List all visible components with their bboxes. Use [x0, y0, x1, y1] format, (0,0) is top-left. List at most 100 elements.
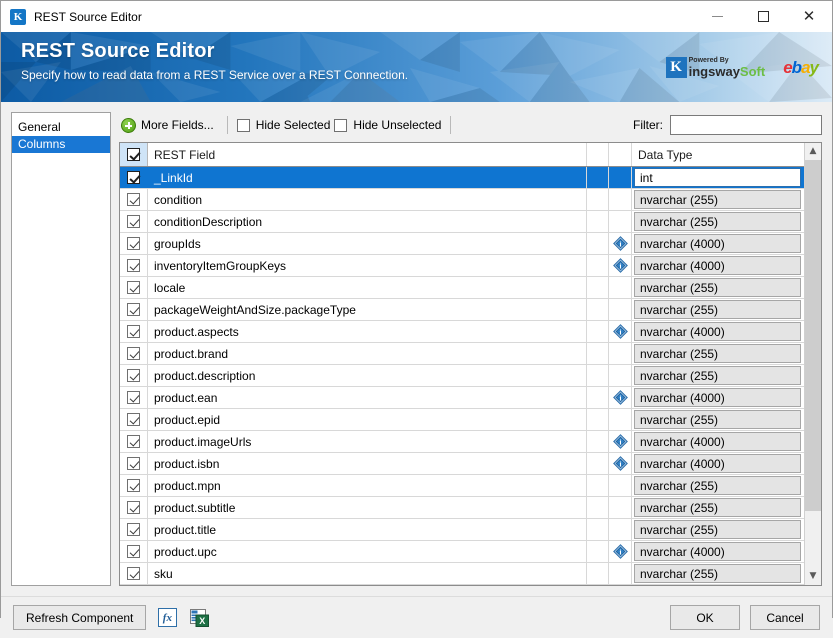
column-header-rest-field[interactable]: REST Field: [148, 143, 587, 166]
cell-data-type[interactable]: nvarchar (4000): [632, 255, 804, 276]
cell-data-type[interactable]: nvarchar (4000): [632, 387, 804, 408]
row-checkbox-cell[interactable]: [120, 497, 148, 518]
cell-data-type[interactable]: nvarchar (4000): [632, 453, 804, 474]
cell-data-type[interactable]: nvarchar (4000): [632, 321, 804, 342]
cell-data-type[interactable]: nvarchar (255): [632, 563, 804, 584]
cell-rest-field[interactable]: groupIds: [148, 233, 587, 254]
cell-rest-field[interactable]: product.mpn: [148, 475, 587, 496]
cell-data-type[interactable]: int: [632, 167, 804, 188]
page-nav-list[interactable]: General Columns: [11, 112, 111, 586]
row-checkbox-cell[interactable]: [120, 563, 148, 584]
table-row[interactable]: condition nvarchar (255): [120, 189, 804, 211]
row-checkbox-cell[interactable]: [120, 321, 148, 342]
column-header-data-type[interactable]: Data Type: [632, 143, 804, 166]
cell-rest-field[interactable]: product.brand: [148, 343, 587, 364]
select-all-cell[interactable]: [120, 143, 148, 166]
row-checkbox-cell[interactable]: [120, 277, 148, 298]
cell-data-type[interactable]: nvarchar (255): [632, 497, 804, 518]
cell-data-type[interactable]: nvarchar (255): [632, 189, 804, 210]
row-checkbox-cell[interactable]: [120, 541, 148, 562]
row-checkbox-cell[interactable]: [120, 233, 148, 254]
cell-data-type[interactable]: nvarchar (4000): [632, 233, 804, 254]
nav-item-columns[interactable]: Columns: [12, 136, 110, 153]
row-checkbox-cell[interactable]: [120, 189, 148, 210]
row-checkbox-cell[interactable]: [120, 211, 148, 232]
cell-rest-field[interactable]: sku: [148, 563, 587, 584]
table-row[interactable]: product.subtitle nvarchar (255): [120, 497, 804, 519]
cell-rest-field[interactable]: locale: [148, 277, 587, 298]
table-row[interactable]: packageWeightAndSize.packageType nvarchar…: [120, 299, 804, 321]
cell-data-type[interactable]: nvarchar (255): [632, 343, 804, 364]
more-fields-button[interactable]: More Fields...: [119, 114, 220, 136]
cell-rest-field[interactable]: product.imageUrls: [148, 431, 587, 452]
cell-rest-field[interactable]: product.title: [148, 519, 587, 540]
cell-info[interactable]: i: [609, 255, 632, 276]
row-checkbox-cell[interactable]: [120, 409, 148, 430]
cell-data-type[interactable]: nvarchar (255): [632, 365, 804, 386]
table-row[interactable]: sku nvarchar (255): [120, 563, 804, 585]
cell-data-type[interactable]: nvarchar (255): [632, 409, 804, 430]
row-checkbox-cell[interactable]: [120, 365, 148, 386]
table-row[interactable]: product.upc i nvarchar (4000): [120, 541, 804, 563]
table-row[interactable]: conditionDescription nvarchar (255): [120, 211, 804, 233]
cell-rest-field[interactable]: product.ean: [148, 387, 587, 408]
table-row[interactable]: product.aspects i nvarchar (4000): [120, 321, 804, 343]
scroll-down-button[interactable]: ▼: [805, 568, 821, 585]
table-row[interactable]: product.imageUrls i nvarchar (4000): [120, 431, 804, 453]
table-row[interactable]: _LinkId int: [120, 167, 804, 189]
row-checkbox-cell[interactable]: [120, 299, 148, 320]
cell-rest-field[interactable]: product.epid: [148, 409, 587, 430]
cell-rest-field[interactable]: product.subtitle: [148, 497, 587, 518]
cell-data-type[interactable]: nvarchar (255): [632, 475, 804, 496]
row-checkbox-cell[interactable]: [120, 431, 148, 452]
cell-data-type[interactable]: nvarchar (4000): [632, 431, 804, 452]
scroll-up-button[interactable]: ▲: [805, 143, 821, 160]
cell-info[interactable]: i: [609, 431, 632, 452]
grid-vertical-scrollbar[interactable]: ▲ ▼: [804, 143, 821, 585]
cell-info[interactable]: i: [609, 453, 632, 474]
cell-rest-field[interactable]: conditionDescription: [148, 211, 587, 232]
cell-rest-field[interactable]: product.upc: [148, 541, 587, 562]
row-checkbox-cell[interactable]: [120, 453, 148, 474]
scrollbar-thumb[interactable]: [805, 160, 821, 511]
row-checkbox-cell[interactable]: [120, 255, 148, 276]
table-row[interactable]: product.epid nvarchar (255): [120, 409, 804, 431]
cell-rest-field[interactable]: product.description: [148, 365, 587, 386]
row-checkbox-cell[interactable]: [120, 519, 148, 540]
row-checkbox-cell[interactable]: [120, 343, 148, 364]
cell-data-type[interactable]: nvarchar (4000): [632, 541, 804, 562]
cell-data-type[interactable]: nvarchar (255): [632, 519, 804, 540]
cell-rest-field[interactable]: _LinkId: [148, 167, 587, 188]
row-checkbox-cell[interactable]: [120, 475, 148, 496]
table-row[interactable]: inventoryItemGroupKeys i nvarchar (4000): [120, 255, 804, 277]
maximize-button[interactable]: [740, 1, 786, 32]
cell-info[interactable]: i: [609, 541, 632, 562]
hide-selected-checkbox[interactable]: Hide Selected: [235, 118, 333, 132]
filter-input[interactable]: [670, 115, 822, 135]
cell-rest-field[interactable]: inventoryItemGroupKeys: [148, 255, 587, 276]
table-row[interactable]: product.brand nvarchar (255): [120, 343, 804, 365]
cell-data-type[interactable]: nvarchar (255): [632, 211, 804, 232]
table-row[interactable]: product.mpn nvarchar (255): [120, 475, 804, 497]
cell-rest-field[interactable]: packageWeightAndSize.packageType: [148, 299, 587, 320]
hide-unselected-checkbox[interactable]: Hide Unselected: [332, 118, 443, 132]
table-row[interactable]: product.ean i nvarchar (4000): [120, 387, 804, 409]
cell-rest-field[interactable]: product.aspects: [148, 321, 587, 342]
cell-data-type[interactable]: nvarchar (255): [632, 277, 804, 298]
cell-rest-field[interactable]: product.isbn: [148, 453, 587, 474]
nav-item-general[interactable]: General: [12, 119, 110, 136]
table-row[interactable]: product.isbn i nvarchar (4000): [120, 453, 804, 475]
cell-info[interactable]: i: [609, 387, 632, 408]
minimize-button[interactable]: [694, 1, 740, 32]
cell-info[interactable]: i: [609, 321, 632, 342]
close-button[interactable]: ✕: [786, 1, 832, 32]
cell-info[interactable]: i: [609, 233, 632, 254]
row-checkbox-cell[interactable]: [120, 387, 148, 408]
table-row[interactable]: product.title nvarchar (255): [120, 519, 804, 541]
cell-rest-field[interactable]: condition: [148, 189, 587, 210]
table-row[interactable]: groupIds i nvarchar (4000): [120, 233, 804, 255]
table-row[interactable]: locale nvarchar (255): [120, 277, 804, 299]
cell-data-type[interactable]: nvarchar (255): [632, 299, 804, 320]
scrollbar-track[interactable]: [805, 160, 821, 568]
table-row[interactable]: product.description nvarchar (255): [120, 365, 804, 387]
